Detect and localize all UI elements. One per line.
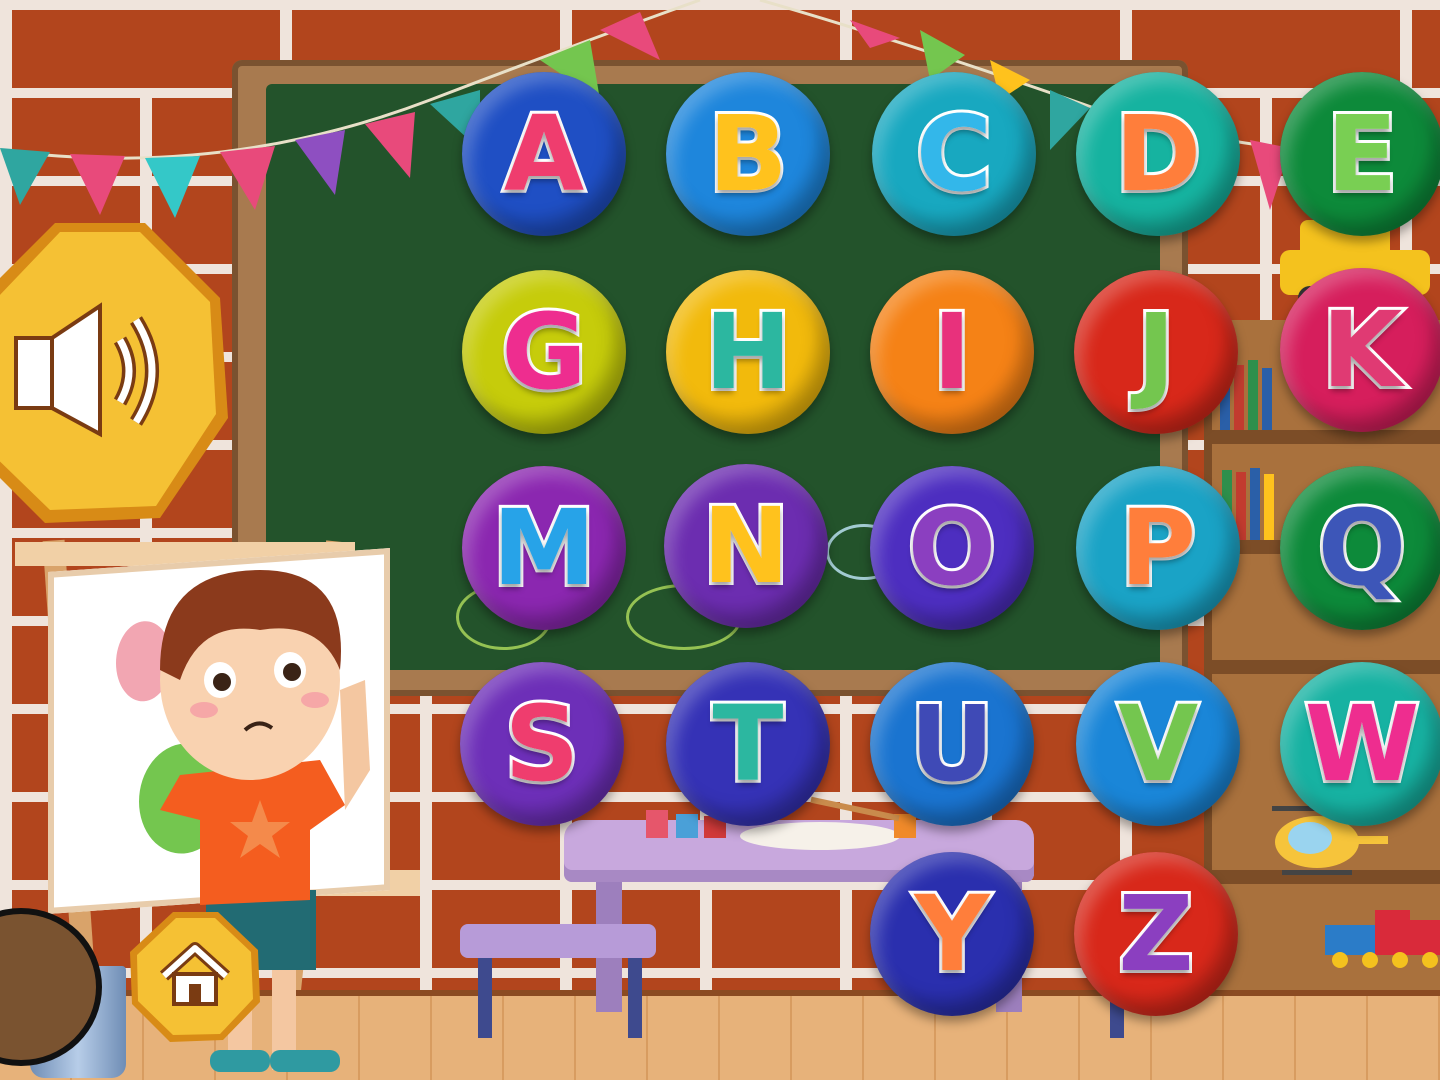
letter-button-s[interactable]: S [460, 662, 624, 826]
letter-button-n[interactable]: N [664, 464, 828, 628]
letter-glyph: S [502, 683, 583, 805]
letter-glyph: O [905, 487, 999, 609]
letter-button-h[interactable]: H [666, 270, 830, 434]
letter-glyph: Q [1315, 487, 1409, 609]
letter-glyph: P [1117, 487, 1199, 609]
letter-button-v[interactable]: V [1076, 662, 1240, 826]
letter-button-a[interactable]: A [462, 72, 626, 236]
letter-glyph: G [498, 291, 589, 413]
letter-button-j[interactable]: J [1074, 270, 1238, 434]
letter-glyph: E [1323, 93, 1400, 215]
letter-button-i[interactable]: I [870, 270, 1034, 434]
letter-glyph: N [699, 485, 792, 607]
letter-button-b[interactable]: B [666, 72, 830, 236]
letter-glyph: H [701, 291, 794, 413]
letter-button-w[interactable]: W [1280, 662, 1440, 826]
letter-button-m[interactable]: M [462, 466, 626, 630]
letter-glyph: T [710, 683, 787, 805]
letter-button-g[interactable]: G [462, 270, 626, 434]
letter-glyph: A [501, 93, 587, 215]
letter-button-e[interactable]: E [1280, 72, 1440, 236]
letter-glyph: M [489, 487, 598, 609]
letter-glyph: V [1115, 683, 1201, 805]
letter-glyph: Z [1115, 873, 1196, 995]
letter-button-y[interactable]: Y [870, 852, 1034, 1016]
letter-glyph: Y [911, 873, 992, 995]
letter-glyph: W [1302, 683, 1423, 805]
letter-glyph: B [705, 93, 790, 215]
letter-button-k[interactable]: K [1280, 268, 1440, 432]
letter-glyph: D [1112, 93, 1204, 215]
letter-glyph: C [913, 93, 995, 215]
letter-button-z[interactable]: Z [1074, 852, 1238, 1016]
letter-button-t[interactable]: T [666, 662, 830, 826]
letter-button-u[interactable]: U [870, 662, 1034, 826]
letter-button-d[interactable]: D [1076, 72, 1240, 236]
letter-glyph: U [907, 683, 997, 805]
letter-glyph: J [1134, 291, 1179, 413]
letter-button-o[interactable]: O [870, 466, 1034, 630]
letter-glyph: K [1319, 289, 1406, 411]
letter-glyph: I [930, 291, 975, 413]
letter-button-p[interactable]: P [1076, 466, 1240, 630]
letter-button-c[interactable]: C [872, 72, 1036, 236]
alphabet-grid: AB CDE GH I J K MNOPQ S TUVW Y Z [0, 0, 1440, 1080]
letter-button-q[interactable]: Q [1280, 466, 1440, 630]
